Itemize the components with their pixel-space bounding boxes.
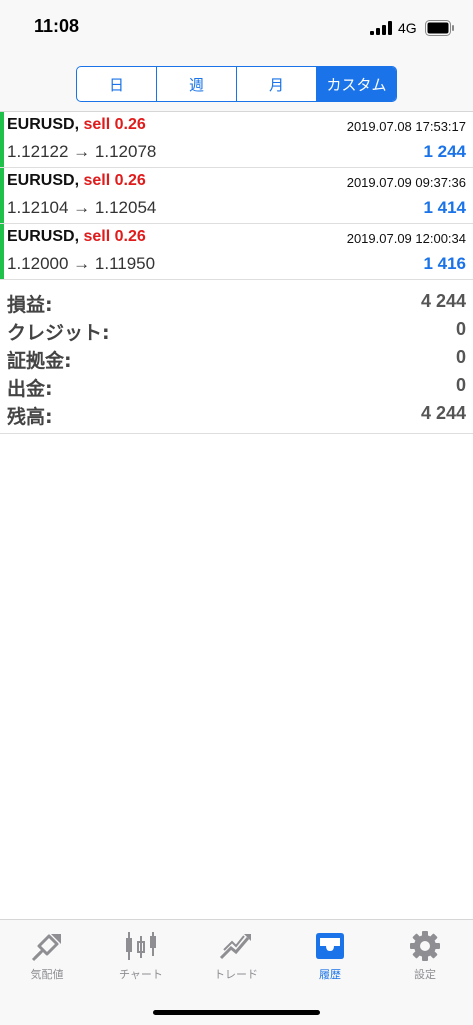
summary-label: クレジット: [7, 322, 110, 344]
deal-row[interactable]: EURUSD, sell 0.26 2019.07.09 12:00:34 1.… [0, 224, 473, 280]
summary-value: 4 244 [420, 291, 466, 311]
summary-label: 残高: [7, 406, 53, 428]
period-tab-week[interactable]: 週 [157, 67, 237, 101]
deal-marker [0, 224, 4, 279]
home-indicator[interactable] [153, 1010, 320, 1015]
tab-label: 気配値 [30, 968, 64, 981]
summary-label: 証拠金: [7, 350, 72, 372]
deal-marker [0, 168, 4, 223]
tab-history[interactable]: 履歴 [283, 926, 377, 992]
deal-time: 2019.07.09 09:37:36 [346, 175, 466, 190]
summary-label: 出金: [7, 378, 53, 400]
status-time: 11:08 [34, 16, 80, 36]
summary-label: 損益: [7, 294, 53, 316]
deal-symbol: EURUSD, [7, 172, 80, 189]
trade-icon [219, 934, 251, 960]
history-icon [316, 933, 344, 959]
summary-value: 0 [455, 319, 466, 339]
deal-time: 2019.07.09 12:00:34 [346, 231, 466, 246]
tab-label: 履歴 [319, 968, 341, 981]
deal-side: sell 0.26 [83, 172, 146, 189]
deal-symbol-line: EURUSD, sell 0.26 [7, 228, 146, 246]
deal-profit: 1 244 [423, 142, 466, 161]
tab-settings[interactable]: 設定 [378, 926, 472, 992]
settings-icon [410, 931, 440, 961]
tab-label: 設定 [414, 968, 436, 981]
status-bar: 11:08 4G [0, 0, 473, 60]
deals-list: EURUSD, sell 0.26 2019.07.08 17:53:17 1.… [0, 112, 473, 280]
tab-quotes[interactable]: 気配値 [0, 926, 94, 992]
bottom-tab-bar: 気配値 チャート トレード 履歴 設定 [0, 919, 473, 1025]
period-tab-month[interactable]: 月 [237, 67, 317, 101]
tab-trade[interactable]: トレード [189, 926, 283, 992]
deal-symbol: EURUSD, [7, 116, 80, 133]
deal-side: sell 0.26 [83, 228, 146, 245]
deal-marker [0, 112, 4, 167]
deal-symbol-line: EURUSD, sell 0.26 [7, 172, 146, 190]
tab-chart[interactable]: チャート [94, 926, 188, 992]
network-type: 4G [398, 20, 417, 36]
summary-value: 0 [455, 347, 466, 367]
summary-row-balance: 残高: 4 244 [0, 401, 473, 429]
summary-value: 4 244 [420, 403, 466, 423]
chart-icon [126, 932, 156, 960]
deal-prices: 1.12104 → 1.12054 [7, 198, 157, 217]
period-selector: 日 週 月 カスタム [76, 66, 397, 102]
summary-row-deposit: 証拠金: 0 [0, 345, 473, 373]
deal-profit: 1 416 [423, 254, 466, 273]
summary-row-profit: 損益: 4 244 [0, 289, 473, 317]
account-summary: 損益: 4 244 クレジット: 0 証拠金: 0 出金: 0 残高: 4 24… [0, 289, 473, 434]
deal-side: sell 0.26 [83, 116, 146, 133]
deal-prices: 1.12122 → 1.12078 [7, 142, 157, 161]
deal-row[interactable]: EURUSD, sell 0.26 2019.07.09 09:37:36 1.… [0, 168, 473, 224]
summary-row-credit: クレジット: 0 [0, 317, 473, 345]
tab-label: チャート [119, 968, 163, 981]
battery-icon [425, 20, 454, 36]
deal-time: 2019.07.08 17:53:17 [346, 119, 466, 134]
deal-row[interactable]: EURUSD, sell 0.26 2019.07.08 17:53:17 1.… [0, 112, 473, 168]
period-tab-day[interactable]: 日 [77, 67, 157, 101]
deal-profit: 1 414 [423, 198, 466, 217]
deal-symbol: EURUSD, [7, 228, 80, 245]
deal-prices: 1.12000 → 1.11950 [7, 254, 156, 273]
summary-row-withdrawal: 出金: 0 [0, 373, 473, 401]
tab-label: トレード [214, 968, 258, 981]
history-header: 日 週 月 カスタム [0, 60, 473, 112]
summary-value: 0 [455, 375, 466, 395]
period-tab-custom[interactable]: カスタム [317, 67, 396, 101]
cellular-signal-icon [370, 21, 392, 35]
quotes-icon [31, 934, 61, 962]
deal-symbol-line: EURUSD, sell 0.26 [7, 116, 146, 134]
